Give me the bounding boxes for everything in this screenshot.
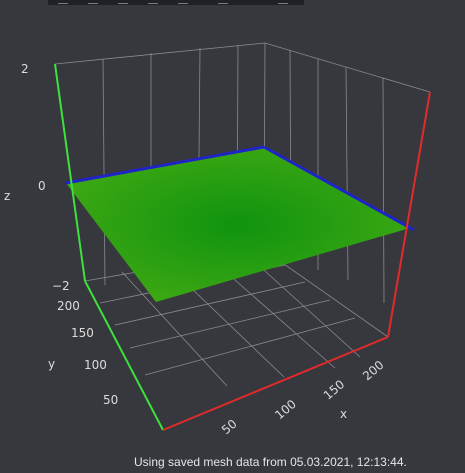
x-tick: 50 bbox=[219, 417, 240, 438]
y-axis-label: y bbox=[48, 357, 55, 371]
y-tick: 100 bbox=[84, 358, 107, 372]
z-axis-line bbox=[54, 63, 86, 282]
y-tick: 200 bbox=[57, 299, 80, 313]
y-tick: 150 bbox=[71, 326, 94, 340]
mesh-surface[interactable] bbox=[66, 147, 410, 302]
mesh-viewer[interactable]: z 2 0 −2 y 200 150 100 50 50 100 150 200… bbox=[0, 0, 465, 473]
y-tick: 50 bbox=[103, 393, 118, 407]
x-tick: 200 bbox=[360, 358, 387, 383]
status-message: Using saved mesh data from 05.03.2021, 1… bbox=[134, 455, 407, 469]
x-tick: 100 bbox=[272, 397, 299, 422]
z-axis-label: z bbox=[4, 189, 10, 203]
y-axis: y 200 150 100 50 bbox=[48, 299, 118, 407]
x-axis-far-line bbox=[387, 91, 431, 338]
z-tick: −2 bbox=[52, 279, 70, 293]
z-tick: 0 bbox=[38, 179, 46, 193]
z-tick: 2 bbox=[21, 62, 29, 76]
mesh-3d-plot[interactable]: z 2 0 −2 y 200 150 100 50 50 100 150 200… bbox=[0, 0, 465, 473]
x-axis-label: x bbox=[340, 407, 347, 421]
x-tick: 150 bbox=[321, 377, 348, 402]
